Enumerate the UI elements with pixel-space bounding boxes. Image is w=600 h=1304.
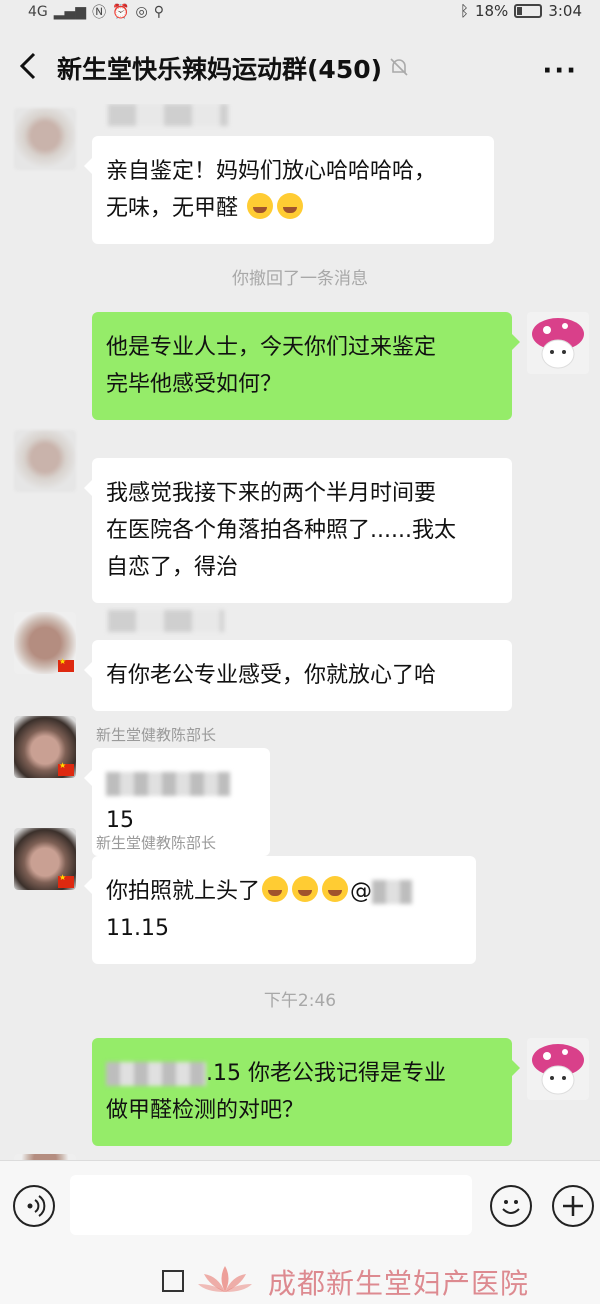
signal-icon: 4G: [28, 4, 48, 20]
message-text: 完毕他感受如何？: [106, 372, 283, 397]
message-text: 做甲醛检测的对吧？: [106, 1098, 305, 1123]
avatar[interactable]: [14, 430, 76, 492]
clock: 3:04: [548, 2, 582, 20]
message-bubble[interactable]: .15 你老公我记得是专业 做甲醛检测的对吧？: [92, 1038, 520, 1146]
lotus-logo-icon: [198, 1266, 252, 1292]
time-stamp: 下午2:46: [263, 991, 337, 1011]
chat-area[interactable]: 亲自鉴定！妈妈们放心哈哈哈哈， 无味，无甲醛 你撤回了一条消息 他是专业人士，今…: [0, 104, 600, 1160]
message-text: 在医院各个角落拍各种照了......我太: [106, 518, 456, 543]
alarm-icon: ⏰: [112, 4, 130, 20]
signal-bars-icon: ▂▄▆: [53, 4, 87, 20]
blurred-text: [372, 880, 413, 904]
message-text: 你拍照就上头了: [106, 879, 261, 904]
emoji-button[interactable]: [490, 1185, 532, 1227]
sender-name: 新生堂健教陈部长: [96, 726, 217, 744]
mushroom-avatar-icon: [532, 1044, 584, 1095]
message-text: 11.15: [106, 916, 169, 941]
message-bubble[interactable]: 他是专业人士，今天你们过来鉴定 完毕他感受如何？: [92, 312, 520, 420]
battery-icon: [514, 4, 543, 18]
wechat-icon: ◎: [135, 4, 148, 20]
mushroom-avatar-icon: [532, 318, 584, 369]
voice-icon: [27, 1195, 46, 1217]
status-bar: 4G ▂▄▆ Ⓝ ⏰ ◎ ⚲ ᛒ 18% 3:04: [0, 0, 600, 26]
blurred-text: [106, 1062, 206, 1086]
plus-icon: [563, 1196, 583, 1216]
hospital-watermark: 成都新生堂妇产医院: [268, 1267, 530, 1300]
grin-emoji-icon: [277, 193, 304, 219]
chat-header: 新生堂快乐辣妈运动群(450) ···: [0, 26, 600, 104]
mute-bell-icon: [390, 58, 408, 76]
avatar[interactable]: [14, 716, 76, 778]
message-text: 有你老公专业感受，你就放心了哈: [106, 663, 437, 688]
laugh-cry-emoji-icon: [262, 876, 289, 902]
status-left: 4G ▂▄▆ Ⓝ ⏰ ◎ ⚲: [28, 2, 164, 22]
location-icon: ⚲: [153, 4, 164, 20]
laugh-cry-emoji-icon: [292, 876, 319, 902]
flag-icon: [58, 873, 74, 888]
sender-name: 新生堂健教陈部长: [96, 834, 217, 852]
my-avatar[interactable]: [527, 1038, 589, 1100]
battery-percent: 18%: [474, 2, 509, 20]
more-functions-button[interactable]: [552, 1185, 594, 1227]
mention-text: @: [350, 879, 373, 904]
input-bar: [0, 1160, 600, 1250]
message-text: 无味，无甲醛: [106, 196, 239, 221]
recall-notice: 你撤回了一条消息: [232, 269, 368, 289]
flag-icon: [58, 761, 74, 776]
message-bubble[interactable]: 你拍照就上头了 @ 11.15: [84, 856, 476, 964]
nfc-icon: Ⓝ: [92, 5, 107, 21]
avatar[interactable]: [14, 828, 76, 890]
recent-apps-icon[interactable]: [162, 1270, 184, 1292]
voice-button[interactable]: [13, 1185, 55, 1227]
bottom-nav: 成都新生堂妇产医院: [0, 1250, 600, 1304]
sender-name-blurred: [108, 610, 224, 632]
message-text: 亲自鉴定！妈妈们放心哈哈哈哈，: [106, 159, 437, 184]
sender-name-blurred: [108, 104, 228, 126]
message-input[interactable]: [70, 1175, 472, 1235]
message-text: 15: [106, 808, 134, 833]
blurred-text: [106, 772, 230, 796]
flag-icon: [58, 657, 74, 672]
chat-title: 新生堂快乐辣妈运动群(450): [57, 55, 383, 84]
back-icon[interactable]: [14, 48, 44, 84]
message-text: 他是专业人士，今天你们过来鉴定: [106, 335, 437, 360]
message-bubble[interactable]: 我感觉我接下来的两个半月时间要 在医院各个角落拍各种照了......我太 自恋了…: [84, 458, 512, 603]
message-bubble[interactable]: 亲自鉴定！妈妈们放心哈哈哈哈， 无味，无甲醛: [84, 136, 494, 244]
bluetooth-icon: ᛒ: [459, 2, 469, 20]
laugh-cry-emoji-icon: [322, 876, 349, 902]
status-right: ᛒ 18% 3:04: [460, 2, 582, 20]
smiley-icon: [502, 1200, 520, 1214]
message-text: .15 你老公我记得是专业: [206, 1061, 446, 1086]
message-bubble[interactable]: 有你老公专业感受，你就放心了哈: [84, 640, 512, 711]
more-icon[interactable]: ···: [542, 56, 578, 86]
grin-emoji-icon: [247, 193, 274, 219]
my-avatar[interactable]: [527, 312, 589, 374]
avatar[interactable]: [14, 108, 76, 170]
message-text: 自恋了，得治: [106, 555, 239, 580]
avatar[interactable]: [14, 612, 76, 674]
message-text: 我感觉我接下来的两个半月时间要: [106, 481, 437, 506]
